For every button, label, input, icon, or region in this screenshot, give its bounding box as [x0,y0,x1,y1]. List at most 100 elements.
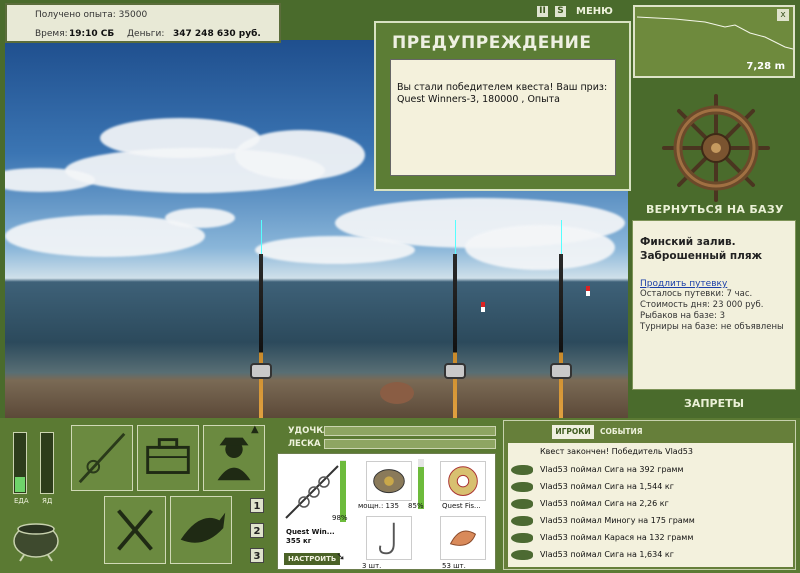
tackle-box-slot[interactable] [137,425,199,491]
rod-max-weight: 355 кг [286,537,312,545]
poison-meter [40,432,54,494]
close-icon[interactable]: x [777,9,789,21]
cloud [465,225,615,270]
rod-percent: 98% [332,514,348,522]
fish-slot[interactable] [170,496,232,564]
rod-condition-bar [340,460,346,522]
bait-count: 53 шт. [442,562,466,570]
fisherman-icon [217,437,251,481]
warning-message: Вы стали победителем квеста! Ваш приз: Q… [397,82,608,105]
slot-page-3[interactable]: 3 [250,548,264,563]
time-value: 19:10 СБ [69,29,115,39]
warning-message-box: Вы стали победителем квеста! Ваш приз: Q… [390,59,616,176]
rod-slot[interactable] [71,425,133,491]
food-meter [13,432,27,494]
shrimp-bait-icon [449,530,477,546]
tackle-setup-panel: 98% Quest Win... 355 кг НАСТРОИТЬ ➘ мощн… [277,453,496,570]
event-text: Vlad53 поймал Сига на 2,26 кг [540,499,669,508]
fish-icon [511,482,533,492]
time-label: Время: [35,29,68,39]
fish-icon [511,499,533,509]
fishing-line [561,220,562,256]
hook-icon [379,522,395,555]
tab-events[interactable]: СОБЫТИЯ [600,427,643,436]
fishing-rod-1[interactable] [259,254,263,418]
poison-label: ЯД [42,497,53,505]
slot-page-1[interactable]: 1 [250,498,264,513]
list-item: Vlad53 поймал Сига на 1,544 кг [508,479,793,495]
event-text: Vlad53 поймал Карася на 132 грамм [540,533,694,542]
events-panel: ИГРОКИ СОБЫТИЯ Квест закончен! Победител… [503,420,796,570]
player-info-panel: Получено опыта: 35000 Время: 19:10 СБ Де… [5,3,281,43]
line-tension-bar [324,439,496,449]
reel-icon [550,363,572,379]
float-buoy [481,302,485,312]
list-item: Vlad53 поймал Сига на 1,634 кг [508,547,793,563]
fishers-on-base: Рыбаков на базе: 3 [640,311,725,321]
depth-value: 7,28 m [746,61,785,72]
money-value: 347 248 630 руб. [173,29,261,39]
fishing-rod-2[interactable] [453,254,457,418]
reel-icon [444,363,466,379]
event-text: Vlad53 поймал Сига на 1,634 кг [540,550,674,559]
line-cell[interactable] [440,461,486,501]
cauldron-icon[interactable] [10,515,62,563]
ship-wheel-icon[interactable] [660,92,772,204]
cloud [235,130,365,180]
reel-icon [373,469,405,494]
bait-cell[interactable] [440,516,486,560]
fish-icon [180,512,226,543]
fishing-line [261,220,262,256]
xp-label: Получено опыта: 35000 [35,10,148,20]
event-text: Vlad53 поймал Сига на 1,544 кг [540,482,674,491]
event-text: Vlad53 поймал Миногу на 175 грамм [540,516,695,525]
permit-remaining: Осталось путевки: 7 час. [640,289,753,299]
fishing-rod-icon [78,432,126,484]
fish-icon [511,465,533,475]
quest-finished-text: Квест закончен! Победитель Vlad53 [540,447,693,456]
depth-map: x 7,28 m [633,5,795,78]
food-label: ЕДА [14,497,29,505]
food-slot[interactable] [104,496,166,564]
line-status-label: ЛЕСКА [288,439,321,449]
list-item: Vlad53 поймал Сига на 2,26 кг [508,496,793,512]
pause-button[interactable]: II [537,6,548,17]
rod-rings-icon [285,465,339,519]
bans-button[interactable]: ЗАПРЕТЫ [684,397,744,410]
tackle-status: УДОЧКА ЛЕСКА [280,425,496,451]
cloud [5,168,95,192]
events-list: Квест закончен! Победитель Vlad53 Vlad53… [508,443,793,567]
location-title: Финский залив. Заброшенный пляж [640,236,763,262]
reel-percent: 85% [408,502,424,510]
tab-players[interactable]: ИГРОКИ [552,425,594,439]
reel-cell[interactable] [366,461,412,501]
list-item: Vlad53 поймал Миногу на 175 грамм [508,513,793,529]
tune-button[interactable]: НАСТРОИТЬ [284,553,341,565]
rod-cell[interactable]: 98% Quest Win... 355 кг НАСТРОИТЬ ➘ [280,456,352,566]
food-meter-fill [15,477,25,492]
fish-icon [511,533,533,543]
fork-knife-icon [117,509,153,551]
hook-count: 3 шт. [362,562,382,570]
hook-cell[interactable] [366,516,412,560]
sound-button[interactable]: S [555,6,566,17]
rock [380,382,414,404]
fishing-rod-3[interactable] [559,254,563,418]
return-to-base-button[interactable]: ВЕРНУТЬСЯ НА БАЗУ [646,203,784,216]
fish-icon [511,550,533,560]
list-item: Квест закончен! Победитель Vlad53 [508,444,793,460]
cloud [255,236,415,264]
list-item: Vlad53 поймал Сига на 392 грамм [508,462,793,478]
extend-permit-link[interactable]: Продлить путевку [640,279,788,289]
arrow-up-icon[interactable]: ▲ [251,424,259,435]
rod-name: Quest Win... [286,528,335,536]
fish-icon [511,516,533,526]
menu-button[interactable]: МЕНЮ [576,6,613,17]
float-buoy [586,286,590,296]
event-text: Vlad53 поймал Сига на 392 грамм [540,465,684,474]
day-cost: Стоимость дня: 23 000 руб. [640,300,764,310]
slot-page-2[interactable]: 2 [250,523,264,538]
warning-title: ПРЕДУПРЕЖДЕНИЕ [392,33,592,53]
tournaments-status: Турниры на базе: не объявлены [640,322,784,332]
money-label: Деньги: [127,29,165,39]
